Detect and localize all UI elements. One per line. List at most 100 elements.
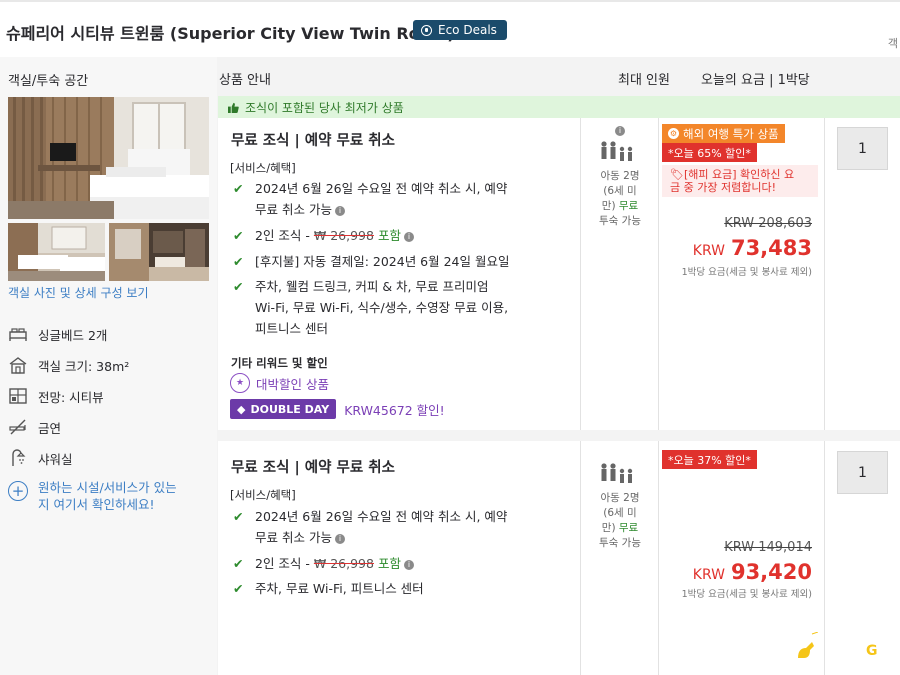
room-quantity-select[interactable]: 1: [837, 127, 888, 170]
thumbs-up-icon: [228, 102, 239, 113]
room-photo-details-link[interactable]: 객실 사진 및 상세 구성 보기: [8, 284, 149, 301]
offer-1-select: 1: [824, 118, 900, 430]
price-tag-icon: 🏷: [670, 168, 684, 181]
check-amenities-link[interactable]: + 원하는 시설/서비스가 있는 지 여기서 확인하세요!: [8, 479, 177, 513]
offer-1-info: 무료 조식 | 예약 무료 취소 [서비스/혜택] ✔ 2024년 6월 26일…: [218, 118, 580, 430]
plan-title: 무료 조식 | 예약 무료 취소: [231, 460, 395, 476]
pay-later-text: [후지불] 자동 결제일: 2024년 6월 24일 월요일: [255, 254, 510, 269]
price-amount: 93,420: [730, 560, 812, 584]
big-deal-label: 대박할인 상품: [256, 376, 329, 392]
breakfast-original-price: ₩ 26,998: [313, 228, 374, 243]
info-icon[interactable]: i: [403, 559, 414, 570]
breakfast-label: 2인 조식 -: [255, 556, 314, 571]
feature-beds: 싱글베드 2개: [8, 324, 107, 344]
offer-2-occupancy: 아동 2명 (6세 미 만) 무료 투숙 가능: [580, 441, 658, 675]
floating-helper-icon[interactable]: [796, 631, 819, 662]
price-note: 1박당 요금(세금 및 봉사료 제외): [681, 589, 812, 600]
overseas-deal-label: 해외 여행 특가 상품: [683, 126, 779, 141]
feature-beds-label: 싱글베드 2개: [38, 327, 108, 343]
shower-icon: [12, 449, 26, 466]
deal-star-icon: ★: [230, 373, 250, 393]
benefit-free-cancel: ✔ 2024년 6월 26일 수요일 전 예약 취소 시, 예약 무료 취소 가…: [233, 178, 573, 220]
deal-icon: ⚙: [668, 128, 679, 139]
room-main-photo[interactable]: [8, 97, 209, 219]
tag-icon: ◆: [237, 402, 246, 416]
breakfast-included: 포함: [377, 228, 401, 243]
occupancy-info: i 아동 2명 (6세 미 만) 무료 투숙 가능: [581, 124, 659, 229]
services-label: [서비스/혜택]: [230, 488, 296, 502]
info-icon[interactable]: i: [615, 126, 625, 136]
children-age-note-end: 만): [601, 200, 619, 212]
eco-deals-badge[interactable]: Eco Deals: [413, 20, 507, 40]
occupancy-info: 아동 2명 (6세 미 만) 무료 투숙 가능: [581, 463, 659, 551]
check-icon: ✔: [233, 581, 244, 596]
benefit-amenities: ✔ 주차, 무료 Wi-Fi, 피트니스 센터: [233, 578, 573, 599]
price-amount: 73,483: [730, 236, 812, 260]
cancel-policy-line2: 무료 취소 가능: [255, 202, 332, 217]
info-icon[interactable]: i: [334, 205, 345, 216]
room-size-icon: [9, 357, 27, 374]
stay-allowed: 투숙 가능: [599, 537, 641, 549]
benefit-breakfast: ✔ 2인 조식 - ₩ 26,998 포함 i: [233, 225, 573, 246]
info-icon[interactable]: i: [403, 231, 414, 242]
room-thumbnail-2[interactable]: [109, 223, 209, 281]
check-icon: ✔: [233, 228, 244, 243]
offer-2-info: 무료 조식 | 예약 무료 취소 [서비스/혜택] ✔ 2024년 6월 26일…: [218, 441, 580, 675]
happy-price-note: 🏷[해피 요금] 확인하신 요 금 중 가장 저렴합니다!: [662, 165, 818, 197]
offer-2-select: 1: [824, 441, 900, 675]
eco-deals-label: Eco Deals: [438, 23, 497, 37]
current-price: KRW 93,420: [693, 560, 812, 584]
feature-room-size-label: 객실 크기: 38m²: [38, 358, 130, 374]
no-smoking-icon: [9, 419, 26, 435]
room-title: 슈페리어 시티뷰 트윈룸 (Superior City View Twin Ro…: [6, 24, 455, 43]
check-icon: ✔: [233, 509, 244, 524]
offer-1-occupancy: i 아동 2명 (6세 미 만) 무료 투숙 가능: [580, 118, 658, 430]
double-day-tag: ◆ DOUBLE DAY: [230, 399, 337, 419]
children-age-note: (6세 미: [603, 185, 637, 197]
guests-icon: [581, 141, 659, 165]
feature-non-smoking: 금연: [8, 417, 61, 437]
sidebar-title: 객실/투숙 공간: [8, 74, 89, 89]
double-day-label: DOUBLE DAY: [250, 402, 330, 416]
plus-circle-icon: +: [8, 481, 28, 501]
children-count: 아동 2명: [600, 492, 640, 504]
check-icon: ✔: [233, 279, 244, 294]
big-deal-badge[interactable]: ★ 대박할인 상품: [230, 373, 329, 393]
eco-leaf-icon: [421, 24, 432, 36]
benefit-free-cancel: ✔ 2024년 6월 26일 수요일 전 예약 취소 시, 예약 무료 취소 가…: [233, 506, 573, 548]
offers-area: 상품 안내 최대 인원 오늘의 요금 | 1박당 조식이 포함된 당사 최저가 …: [217, 57, 900, 675]
lowest-price-ribbon: 조식이 포함된 당사 최저가 상품: [218, 96, 900, 118]
cancel-policy-line1: 2024년 6월 26일 수요일 전 예약 취소 시, 예약: [255, 181, 508, 196]
info-icon[interactable]: i: [334, 533, 345, 544]
room-sidebar: 객실/투숙 공간 객실 사진 및 상세 구성 보기 싱글베드 2개 객실 크기:…: [0, 57, 217, 675]
breakfast-original-price: ₩ 26,998: [313, 556, 374, 571]
discount-badge: *오늘 37% 할인*: [662, 450, 757, 469]
chat-g-icon[interactable]: G: [866, 643, 878, 659]
other-rewards-label: 기타 리워드 및 할인: [231, 356, 328, 370]
happy-price-line2: 금 중 가장 저렴합니다!: [670, 181, 776, 194]
price-currency: KRW: [692, 243, 725, 259]
room-quantity-select[interactable]: 1: [837, 451, 888, 494]
feature-shower: 샤워실: [8, 448, 73, 468]
overseas-deal-badge: ⚙ 해외 여행 특가 상품: [662, 124, 785, 143]
check-amenities-line1: 원하는 시설/서비스가 있는: [38, 480, 177, 495]
discount-badge: *오늘 65% 할인*: [662, 143, 757, 162]
double-day-promo[interactable]: ◆ DOUBLE DAY KRW45672 할인!: [230, 399, 445, 419]
room-thumbnail-1[interactable]: [8, 223, 105, 281]
plan-title: 무료 조식 | 예약 무료 취소: [231, 133, 395, 149]
feature-view: 전망: 시티뷰: [8, 386, 104, 406]
amenities-line2: Wi-Fi, 무료 Wi-Fi, 식수/생수, 수영장 무료 이용,: [255, 300, 509, 315]
offer-card-1: 조식이 포함된 당사 최저가 상품 무료 조식 | 예약 무료 취소 [서비스/…: [218, 96, 900, 430]
feature-non-smoking-label: 금연: [38, 420, 62, 436]
children-free: 무료: [618, 200, 639, 212]
double-day-discount: KRW45672 할인!: [344, 402, 445, 418]
cancel-policy-line1: 2024년 6월 26일 수요일 전 예약 취소 시, 예약: [255, 509, 508, 524]
col-header-price: 오늘의 요금 | 1박당: [701, 73, 810, 88]
children-age-note: (6세 미: [603, 507, 637, 519]
guests-icon: [581, 463, 659, 487]
services-label: [서비스/혜택]: [230, 161, 296, 175]
amenities-line1: 주차, 웰컴 드링크, 커피 & 차, 무료 프리미엄: [255, 279, 489, 294]
children-free: 무료: [618, 522, 639, 534]
benefit-breakfast: ✔ 2인 조식 - ₩ 26,998 포함 i: [233, 553, 573, 574]
amenities-line3: 피트니스 센터: [255, 321, 328, 336]
